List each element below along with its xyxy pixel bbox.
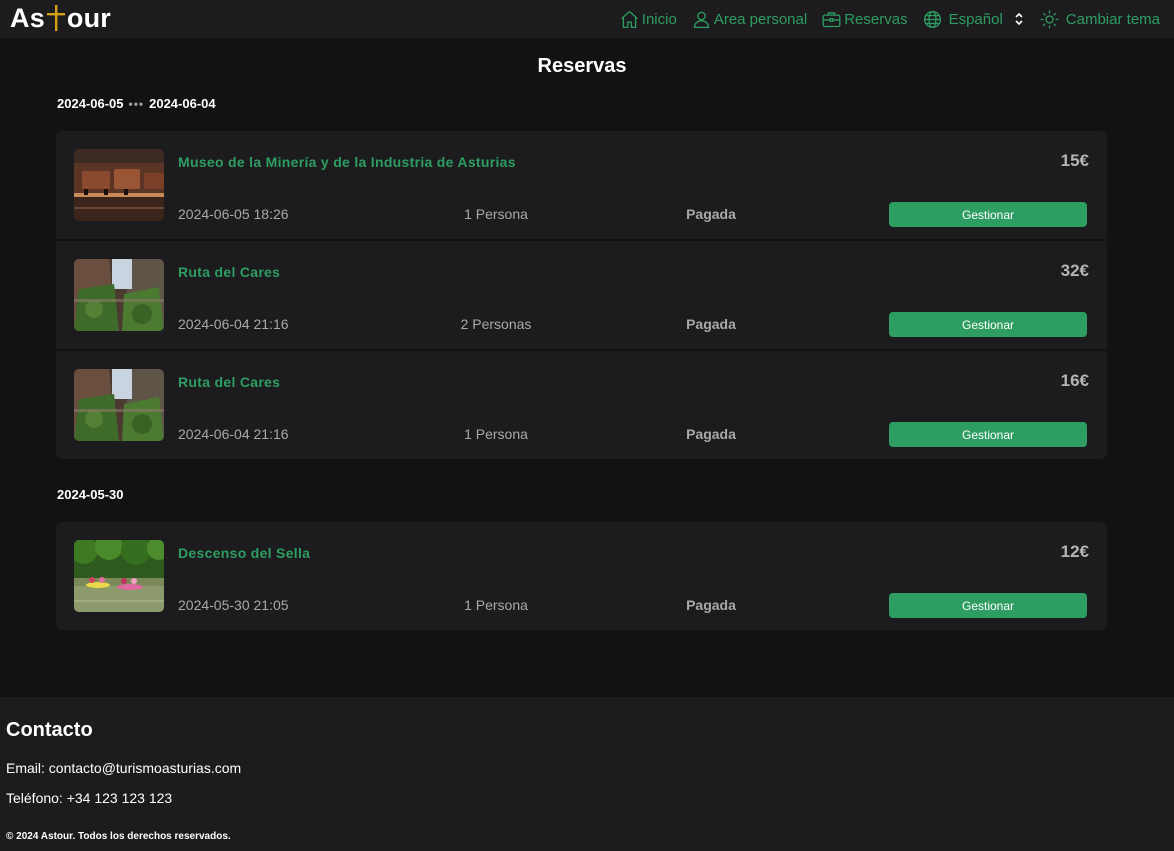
cross-icon — [46, 5, 65, 31]
nav-menu: Inicio Area personal Reservas Español Ca… — [619, 0, 1160, 38]
booking-price: 32€ — [1060, 261, 1089, 280]
brand-logo[interactable]: As our — [10, 3, 111, 33]
nav-personal-link[interactable]: Area personal — [691, 9, 807, 30]
language-select[interactable]: Español — [922, 9, 1025, 30]
group-date-from: 2024-06-05 — [57, 96, 124, 111]
user-icon — [693, 11, 709, 28]
booking-status: Pagada — [686, 426, 736, 442]
group-date-from: 2024-05-30 — [57, 487, 124, 502]
nav-home-link[interactable]: Inicio — [619, 9, 677, 30]
briefcase-icon — [822, 11, 841, 27]
manage-booking-button[interactable]: Gestionar — [889, 593, 1087, 618]
nav-bookings-link[interactable]: Reservas — [821, 9, 908, 30]
mine-museum-photo — [74, 149, 164, 221]
booking-datetime: 2024-05-30 21:05 — [178, 597, 289, 613]
sella-canoe-photo — [74, 540, 164, 612]
booking-people: 1 Persona — [464, 206, 528, 222]
nav-personal-label: Area personal — [713, 10, 808, 28]
manage-booking-button[interactable]: Gestionar — [889, 312, 1087, 337]
manage-booking-button[interactable]: Gestionar — [889, 202, 1087, 227]
booking-title[interactable]: Museo de la Minería y de la Industria de… — [178, 154, 516, 170]
range-dots-icon: ••• — [128, 96, 145, 111]
page-title: Reservas — [537, 55, 627, 77]
globe-icon — [923, 10, 941, 28]
sun-icon — [1040, 10, 1059, 28]
booking-price: 15€ — [1060, 151, 1089, 170]
nav-bookings-label: Reservas — [844, 10, 908, 28]
booking-group: Museo de la Minería y de la Industria de… — [56, 131, 1107, 459]
footer-title: Contacto — [6, 719, 93, 741]
home-icon — [620, 10, 638, 28]
booking-datetime: 2024-06-04 21:16 — [178, 426, 289, 442]
brand-name-left: As — [10, 3, 45, 33]
nav-home-label: Inicio — [641, 10, 677, 28]
booking-group: Descenso del Sella 12€ 2024-05-30 21:05 … — [56, 522, 1107, 630]
booking-people: 2 Personas — [460, 316, 532, 332]
footer: Contacto Email: contacto@turismoasturias… — [0, 697, 1174, 851]
manage-booking-button[interactable]: Gestionar — [889, 422, 1087, 447]
booking-card: Museo de la Minería y de la Industria de… — [56, 131, 1107, 241]
booking-datetime: 2024-06-05 18:26 — [178, 206, 289, 222]
booking-status: Pagada — [686, 597, 736, 613]
booking-card: Descenso del Sella 12€ 2024-05-30 21:05 … — [56, 522, 1107, 630]
cares-gorge-photo — [74, 259, 164, 331]
date-group-header: 2024-05-30 — [57, 487, 124, 502]
footer-email: Email: contacto@turismoasturias.com — [6, 760, 242, 776]
top-navbar: As our Inicio Area personal Reservas Esp… — [0, 0, 1174, 38]
language-select-value: Español — [948, 10, 1003, 28]
booking-title[interactable]: Ruta del Cares — [178, 264, 280, 280]
booking-people: 1 Persona — [464, 426, 528, 442]
booking-datetime: 2024-06-04 21:16 — [178, 316, 289, 332]
booking-title[interactable]: Ruta del Cares — [178, 374, 280, 390]
booking-status: Pagada — [686, 316, 736, 332]
booking-card: Ruta del Cares 32€ 2024-06-04 21:16 2 Pe… — [56, 241, 1107, 351]
footer-phone: Teléfono: +34 123 123 123 — [6, 790, 173, 806]
chevron-up-down-icon — [1015, 12, 1023, 26]
booking-title[interactable]: Descenso del Sella — [178, 545, 310, 561]
group-date-to: 2024-06-04 — [149, 96, 216, 111]
brand-name-right: our — [66, 3, 112, 33]
cares-gorge-photo — [74, 369, 164, 441]
booking-card: Ruta del Cares 16€ 2024-06-04 21:16 1 Pe… — [56, 351, 1107, 459]
footer-copyright: © 2024 Astour. Todos los derechos reserv… — [6, 831, 231, 842]
booking-people: 1 Persona — [464, 597, 528, 613]
booking-price: 16€ — [1060, 371, 1089, 390]
booking-price: 12€ — [1060, 542, 1089, 561]
booking-status: Pagada — [686, 206, 736, 222]
date-group-header: 2024-06-05 ••• 2024-06-04 — [57, 96, 216, 111]
theme-toggle-label: Cambiar tema — [1065, 10, 1160, 28]
theme-toggle[interactable]: Cambiar tema — [1039, 9, 1160, 30]
